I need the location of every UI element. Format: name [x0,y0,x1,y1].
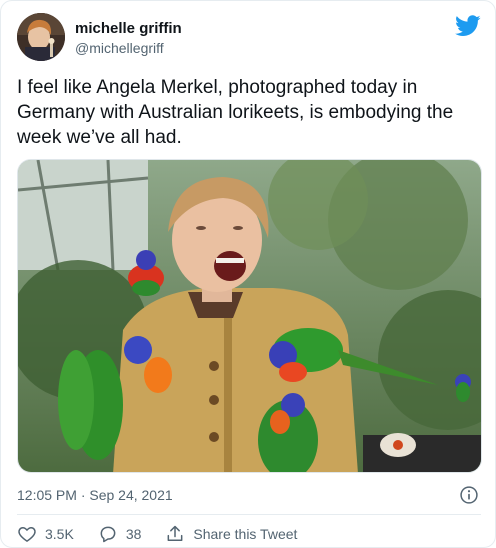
tweet-text: I feel like Angela Merkel, photographed … [17,77,454,148]
heart-icon [18,527,36,542]
avatar[interactable] [17,13,65,61]
share-upload-icon [167,525,183,541]
divider [17,514,481,515]
share-button[interactable]: Share this Tweet [165,524,297,544]
reply-button[interactable]: 38 [98,524,142,544]
like-button[interactable]: 3.5K [17,524,74,544]
like-count: 3.5K [45,526,74,542]
tweet-meta: 12:05 PM · Sep 24, 2021 [17,485,481,505]
tweet-timestamp[interactable]: 12:05 PM · Sep 24, 2021 [17,487,173,503]
reply-bubble-icon [100,526,116,543]
avatar-image [17,13,65,61]
tweet-header: michelle griffin @michellegriff [17,13,481,63]
tweet-card: michelle griffin @michellegriff I feel l… [0,0,496,548]
reply-count: 38 [125,526,142,542]
twitter-bird-icon[interactable] [455,15,481,37]
info-icon[interactable] [459,485,479,505]
tweet-actions: 3.5K 38 Share this Tweet [17,523,321,545]
share-label: Share this Tweet [193,526,298,542]
tweet-photo[interactable] [17,159,482,473]
display-name[interactable]: michelle griffin [75,19,182,38]
photo-merkel-lorikeets [18,160,481,472]
user-handle[interactable]: @michellegriff [75,39,182,57]
